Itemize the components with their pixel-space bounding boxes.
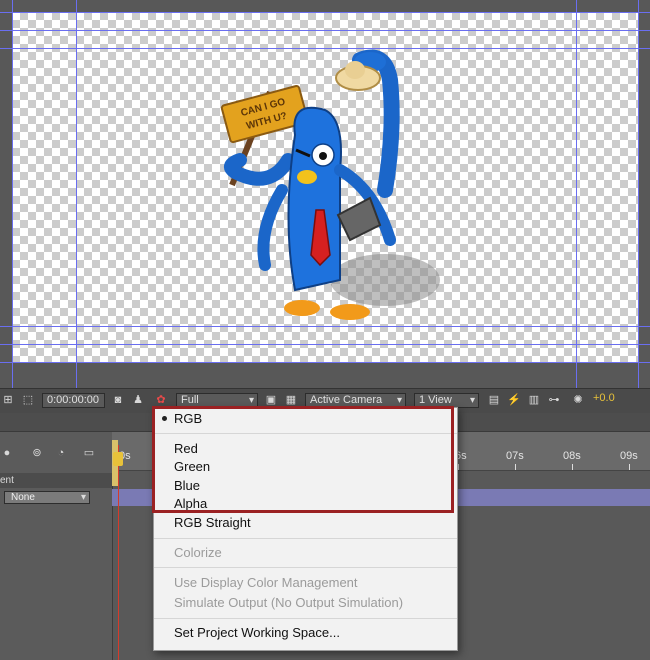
fast-previews-icon[interactable]: ⚡: [507, 393, 521, 407]
show-snapshot-icon[interactable]: ♟: [131, 393, 145, 407]
resolution-dropdown[interactable]: Full: [176, 393, 258, 408]
camera-dropdown[interactable]: Active Camera: [305, 393, 406, 408]
menu-item-green[interactable]: Green: [174, 458, 210, 476]
channel-menu: RGB Red Green Blue Alpha RGB Straight Co…: [153, 407, 458, 651]
guide-line: [0, 362, 650, 363]
timeline-icon[interactable]: ▥: [527, 393, 541, 407]
region-of-interest-icon[interactable]: ⬚: [21, 393, 35, 407]
view-layout-dropdown[interactable]: 1 View: [414, 393, 479, 408]
guide-line: [76, 0, 77, 388]
guide-line: [12, 0, 13, 388]
menu-item-simulate-output: Simulate Output (No Output Simulation): [174, 595, 404, 610]
playhead-line[interactable]: [118, 445, 119, 660]
search-icon[interactable]: ⊚: [30, 446, 44, 460]
stopwatch-icon[interactable]: ◔: [54, 446, 68, 460]
menu-item-colorize: Colorize: [174, 545, 222, 560]
guide-line: [0, 30, 650, 31]
motion-blur-icon[interactable]: ▭: [82, 446, 96, 460]
ruler-tick: [629, 464, 630, 470]
camera-snapshot-icon[interactable]: ◙: [111, 393, 125, 407]
timecode-field[interactable]: 0:00:00:00: [42, 393, 105, 408]
selected-bullet-icon: [162, 416, 167, 421]
guide-line: [576, 0, 577, 388]
layer-controls-panel: ● ⊚ ◔ ▭: [0, 432, 113, 660]
blue-monster-character: CAN I GO WITH U?: [220, 49, 440, 320]
transparency-grid-icon[interactable]: ▦: [284, 393, 298, 407]
exposure-value[interactable]: +0.0: [593, 392, 615, 404]
flowchart-icon[interactable]: ⊶: [547, 393, 561, 407]
menu-item-rgb-straight[interactable]: RGB Straight: [174, 514, 251, 532]
menu-item-set-working-space[interactable]: Set Project Working Space...: [174, 624, 340, 642]
shy-layers-icon[interactable]: ●: [0, 446, 14, 460]
ruler-tick: [572, 464, 573, 470]
ruler-tick-label: 08s: [563, 450, 581, 462]
menu-separator: [154, 618, 457, 619]
ruler-tick-label: 09s: [620, 450, 638, 462]
ruler-tick: [458, 464, 459, 470]
guide-line: [0, 344, 650, 345]
grid-overlay-icon[interactable]: ⊞: [1, 393, 15, 407]
menu-item-rgb[interactable]: RGB: [162, 410, 203, 428]
ruler-tick: [515, 464, 516, 470]
menu-item-label: RGB: [174, 411, 203, 426]
channel-color-icon[interactable]: ✿: [154, 393, 168, 407]
exposure-icon[interactable]: ✺: [571, 393, 585, 407]
toggle-pixel-aspect-icon[interactable]: ▤: [487, 393, 501, 407]
blend-mode-dropdown[interactable]: None: [4, 491, 90, 504]
guide-line: [638, 0, 639, 388]
menu-item-alpha[interactable]: Alpha: [174, 495, 207, 513]
ruler-tick-label: 07s: [506, 450, 524, 462]
menu-item-blue[interactable]: Blue: [174, 477, 200, 495]
menu-separator: [154, 538, 457, 539]
menu-item-red[interactable]: Red: [174, 440, 198, 458]
menu-separator: [154, 433, 457, 434]
menu-item-display-color-management: Use Display Color Management: [174, 575, 358, 590]
composition-viewer[interactable]: CAN I GO WITH U?: [0, 0, 650, 388]
menu-separator: [154, 567, 457, 568]
guide-line: [0, 12, 650, 13]
fast-preview-icon[interactable]: ▣: [264, 393, 278, 407]
playhead-handle[interactable]: [113, 452, 123, 466]
column-header: ent: [0, 473, 112, 488]
